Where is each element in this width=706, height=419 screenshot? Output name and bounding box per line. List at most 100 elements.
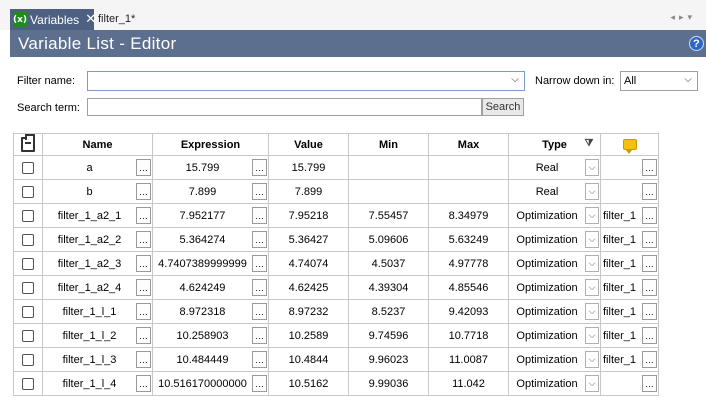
max-cell[interactable]: 11.0087	[428, 347, 509, 372]
name-cell[interactable]: filter_1_a2_1…	[42, 203, 153, 228]
name-cell[interactable]: filter_1_l_4…	[42, 371, 153, 396]
chevron-down-icon[interactable]: ⌵	[585, 183, 599, 200]
comment-cell[interactable]: filter_1…	[600, 323, 659, 348]
row-checkbox[interactable]	[22, 233, 34, 246]
row-checkbox[interactable]	[22, 185, 34, 198]
row-checkbox[interactable]	[22, 305, 34, 318]
row-checkbox[interactable]	[22, 353, 34, 366]
expression-cell[interactable]: 5.364274…	[152, 227, 269, 252]
min-cell[interactable]: 4.39304	[348, 275, 429, 300]
row-checkbox[interactable]	[22, 281, 34, 294]
ellipsis-button[interactable]: …	[136, 207, 151, 224]
chevron-down-icon[interactable]: ⌵	[585, 231, 599, 248]
table-row[interactable]: filter_1_a2_1 … 7.952177 … 7.95218 7.55457 8.3…	[13, 203, 659, 228]
chevron-down-icon[interactable]: ▾	[687, 13, 696, 23]
comment-cell[interactable]: …	[600, 179, 659, 204]
ellipsis-button[interactable]: …	[136, 327, 151, 344]
expression-cell[interactable]: 7.952177…	[152, 203, 269, 228]
row-select-cell[interactable]	[13, 347, 43, 372]
max-cell[interactable]	[428, 179, 509, 204]
comment-cell[interactable]: filter_1…	[600, 347, 659, 372]
chevron-left-icon[interactable]: ◂	[670, 13, 679, 23]
chevron-down-icon[interactable]: ⌵	[682, 74, 694, 88]
chevron-down-icon[interactable]: ⌵	[585, 279, 599, 296]
type-cell[interactable]: Optimization ⌵	[508, 323, 601, 348]
type-cell[interactable]: Optimization ⌵	[508, 299, 601, 324]
ellipsis-button[interactable]: …	[136, 375, 151, 392]
ellipsis-button[interactable]: …	[136, 183, 151, 200]
comment-cell[interactable]: filter_1…	[600, 203, 659, 228]
ellipsis-button[interactable]: …	[642, 327, 657, 344]
type-cell[interactable]: Optimization ⌵	[508, 227, 601, 252]
name-cell[interactable]: filter_1_a2_4…	[42, 275, 153, 300]
comment-cell[interactable]: filter_1…	[600, 275, 659, 300]
ellipsis-button[interactable]: …	[252, 327, 267, 344]
ellipsis-button[interactable]: …	[642, 255, 657, 272]
help-icon[interactable]: ?	[689, 36, 704, 51]
type-cell[interactable]: Optimization ⌵	[508, 251, 601, 276]
ellipsis-button[interactable]: …	[642, 207, 657, 224]
min-cell[interactable]: 8.5237	[348, 299, 429, 324]
type-cell[interactable]: Optimization ⌵	[508, 203, 601, 228]
chevron-down-icon[interactable]: ⌵	[585, 327, 599, 344]
table-row[interactable]: filter_1_l_2 … 10.258903 … 10.2589 9.74596 10.…	[13, 323, 659, 348]
table-row[interactable]: a… 15.799… 15.799 Real ⌵…	[13, 155, 659, 180]
expression-cell[interactable]: 8.972318…	[152, 299, 269, 324]
table-row[interactable]: filter_1_a2_4 … 4.624249 … 4.62425 4.39304 4.8…	[13, 275, 659, 300]
chevron-down-icon[interactable]: ⌵	[585, 375, 599, 392]
column-header-min[interactable]: Min	[348, 133, 429, 156]
ellipsis-button[interactable]: …	[252, 351, 267, 368]
row-checkbox[interactable]	[22, 377, 34, 390]
filter-icon[interactable]: ⧩	[584, 138, 594, 149]
row-select-cell[interactable]	[13, 155, 43, 180]
table-row[interactable]: filter_1_l_4 … 10.516170000000 … 10.5162 9.99…	[13, 371, 659, 396]
close-icon[interactable]: ✕	[85, 12, 96, 27]
ellipsis-button[interactable]: …	[136, 351, 151, 368]
ellipsis-button[interactable]: …	[136, 231, 151, 248]
max-cell[interactable]: 10.7718	[428, 323, 509, 348]
ellipsis-button[interactable]: …	[642, 279, 657, 296]
table-row[interactable]: filter_1_l_3 … 10.484449 … 10.4844 9.96023 11.…	[13, 347, 659, 372]
tab-variables[interactable]: (x) Variables ✕	[10, 9, 96, 30]
ellipsis-button[interactable]: …	[642, 375, 657, 392]
tab-scroll-arrows[interactable]: ◂▸▾	[670, 13, 696, 23]
min-cell[interactable]	[348, 155, 429, 180]
expression-cell[interactable]: 10.258903…	[152, 323, 269, 348]
row-select-cell[interactable]	[13, 371, 43, 396]
clipboard-icon[interactable]	[21, 134, 35, 152]
search-button[interactable]: Search	[482, 98, 524, 116]
ellipsis-button[interactable]: …	[252, 303, 267, 320]
comment-cell[interactable]: filter_1…	[600, 251, 659, 276]
type-cell[interactable]: Real ⌵	[508, 179, 601, 204]
min-cell[interactable]: 9.96023	[348, 347, 429, 372]
expression-cell[interactable]: 7.899…	[152, 179, 269, 204]
column-header-expression[interactable]: Expression	[152, 133, 269, 156]
expression-cell[interactable]: 15.799…	[152, 155, 269, 180]
ellipsis-button[interactable]: …	[252, 255, 267, 272]
ellipsis-button[interactable]: …	[136, 159, 151, 176]
name-cell[interactable]: filter_1_l_1…	[42, 299, 153, 324]
comment-cell[interactable]: filter_1…	[600, 227, 659, 252]
expression-cell[interactable]: 4.624249…	[152, 275, 269, 300]
type-cell[interactable]: Optimization ⌵	[508, 347, 601, 372]
min-cell[interactable]	[348, 179, 429, 204]
max-cell[interactable]: 4.85546	[428, 275, 509, 300]
ellipsis-button[interactable]: …	[252, 231, 267, 248]
comment-cell[interactable]: …	[600, 371, 659, 396]
name-cell[interactable]: a…	[42, 155, 153, 180]
row-select-cell[interactable]	[13, 299, 43, 324]
table-row[interactable]: b… 7.899… 7.899 Real ⌵…	[13, 179, 659, 204]
name-cell[interactable]: b…	[42, 179, 153, 204]
max-cell[interactable]: 4.97778	[428, 251, 509, 276]
min-cell[interactable]: 5.09606	[348, 227, 429, 252]
ellipsis-button[interactable]: …	[642, 159, 657, 176]
type-cell[interactable]: Optimization ⌵	[508, 275, 601, 300]
chevron-down-icon[interactable]: ⌵	[585, 159, 599, 176]
search-input[interactable]	[87, 98, 482, 116]
ellipsis-button[interactable]: …	[642, 231, 657, 248]
column-header-max[interactable]: Max	[428, 133, 509, 156]
ellipsis-button[interactable]: …	[252, 183, 267, 200]
ellipsis-button[interactable]: …	[252, 159, 267, 176]
comment-cell[interactable]: filter_1…	[600, 299, 659, 324]
column-header-type[interactable]: Type ⧩	[508, 133, 601, 156]
